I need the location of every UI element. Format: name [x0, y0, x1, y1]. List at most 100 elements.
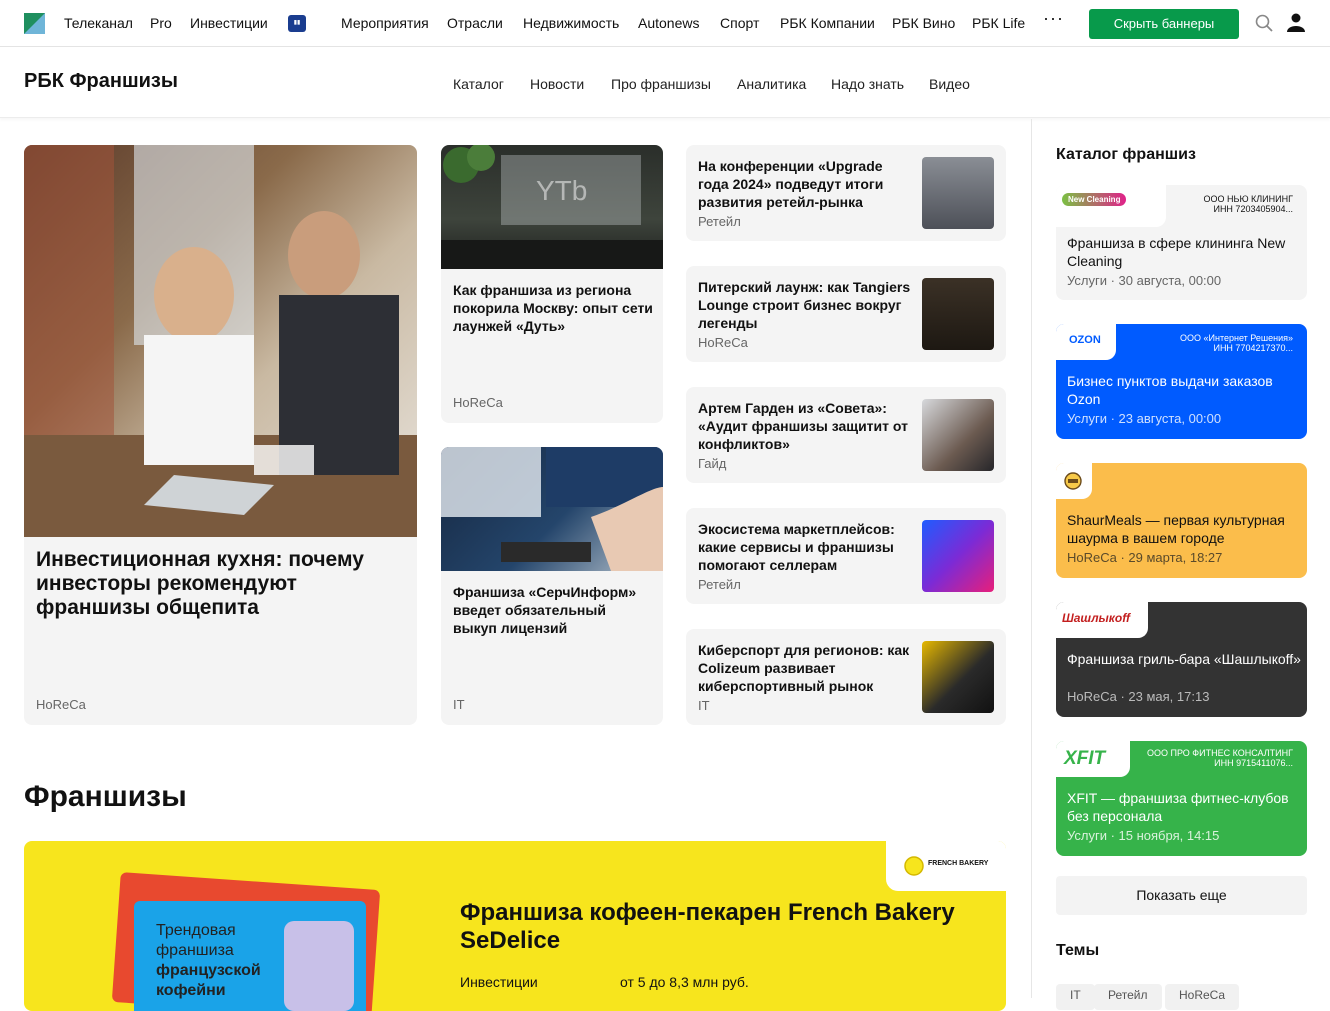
franchise-meta: Услуги · 23 августа, 00:00	[1067, 411, 1222, 426]
nav-otrasli[interactable]: Отрасли	[447, 15, 503, 31]
franchise-meta: Услуги · 30 августа, 00:00	[1067, 273, 1222, 288]
list-article-thumbnail	[922, 520, 994, 592]
lead-article-title[interactable]: Инвестиционная кухня: почему инвесторы р…	[36, 548, 406, 620]
more-menu-button[interactable]: ···	[1043, 8, 1064, 29]
list-article-category[interactable]: Ретейл	[698, 577, 741, 592]
subnav-news[interactable]: Новости	[530, 76, 584, 92]
article-category[interactable]: IT	[453, 697, 465, 712]
nav-nedvizhimost[interactable]: Недвижимость	[523, 15, 619, 31]
nav-telekanal[interactable]: Телеканал	[64, 15, 133, 31]
franchise-logo-tab: XFIT	[1056, 741, 1130, 777]
franchise-legal-info: ООО «Интернет Решения» ИНН 7704217370...	[1180, 333, 1293, 353]
banner-investment-label: Инвестиции	[460, 974, 538, 990]
franchises-heading: Франшизы	[24, 780, 187, 813]
subnav-about-franchises[interactable]: Про франшизы	[611, 76, 711, 92]
list-article-card[interactable]: Экосистема маркетплейсов: какие сервисы …	[686, 508, 1006, 604]
franchise-logo-tab: New Cleaning	[1056, 185, 1166, 227]
nav-pro[interactable]: Pro	[150, 15, 172, 31]
lead-article-image	[24, 145, 417, 537]
hide-banners-button[interactable]: Скрыть баннеры	[1089, 9, 1239, 39]
banner-investment-value: от 5 до 8,3 млн руб.	[620, 974, 749, 990]
franchise-logo: XFIT	[1064, 748, 1106, 769]
catalog-heading: Каталог франшиз	[1056, 146, 1196, 163]
list-article-category[interactable]: Ретейл	[698, 214, 741, 229]
nav-rbc-wine[interactable]: РБК Вино	[892, 15, 955, 31]
theme-tag[interactable]: IT	[1056, 984, 1095, 1010]
franchise-card-shaurmeals[interactable]: ShaurMeals — первая культурная шаурма в …	[1056, 463, 1307, 578]
franchise-card-new-cleaning[interactable]: New Cleaning ООО НЬЮ КЛИНИНГ ИНН 7203405…	[1056, 185, 1307, 300]
subnav-video[interactable]: Видео	[929, 76, 970, 92]
nav-investicii[interactable]: Инвестиции	[190, 15, 268, 31]
list-article-card[interactable]: Питерский лаунж: как Tangiers Lounge стр…	[686, 266, 1006, 362]
show-more-button[interactable]: Показать еще	[1056, 876, 1307, 915]
rbc-exchange-icon[interactable]: ▮▮	[288, 15, 306, 32]
list-article-title[interactable]: Экосистема маркетплейсов: какие сервисы …	[698, 520, 913, 574]
banner-promo-text: Трендовая франшиза французской кофейни	[156, 921, 261, 1001]
themes-heading: Темы	[1056, 942, 1100, 959]
list-article-title[interactable]: Артем Гарден из «Совета»: «Аудит франшиз…	[698, 399, 913, 453]
theme-tag[interactable]: Ретейл	[1094, 984, 1162, 1010]
article-title[interactable]: Как франшиза из региона покорила Москву:…	[453, 281, 653, 335]
subnav-catalog[interactable]: Каталог	[453, 76, 504, 92]
list-article-title[interactable]: Питерский лаунж: как Tangiers Lounge стр…	[698, 278, 913, 332]
franchise-title[interactable]: Франшиза в сфере клининга New Cleaning	[1067, 234, 1302, 270]
nav-rbc-life[interactable]: РБК Life	[972, 15, 1025, 31]
franchise-legal-info: ООО НЬЮ КЛИНИНГ ИНН 7203405904...	[1203, 194, 1293, 214]
franchise-card-xfit[interactable]: XFIT ООО ПРО ФИТНЕС КОНСАЛТИНГ ИНН 97154…	[1056, 741, 1307, 856]
subnav-need-to-know[interactable]: Надо знать	[831, 76, 904, 92]
banner-logo-tab: FRENCH BAKERY	[886, 841, 1006, 891]
franchise-meta: HoReCa · 29 марта, 18:27	[1067, 550, 1223, 565]
search-icon[interactable]	[1255, 14, 1273, 32]
lead-article-category[interactable]: HoReCa	[36, 697, 86, 712]
banner-promo-line: кофейни	[156, 982, 226, 999]
franchise-logo-tab: OZON	[1056, 324, 1116, 360]
franchise-title[interactable]: XFIT — франшиза фитнес-клубов без персон…	[1067, 789, 1302, 825]
franchise-logo-tab: Шашлыкoff	[1056, 602, 1148, 638]
subnav-analytics[interactable]: Аналитика	[737, 76, 806, 92]
list-article-title[interactable]: Киберспорт для регионов: как Colizeum ра…	[698, 641, 913, 695]
list-article-card[interactable]: Киберспорт для регионов: как Colizeum ра…	[686, 629, 1006, 725]
franchise-logo-tab	[1056, 463, 1092, 499]
list-article-category[interactable]: HoReCa	[698, 335, 748, 350]
franchise-title[interactable]: Бизнес пунктов выдачи заказов Ozon	[1067, 372, 1302, 408]
list-article-thumbnail	[922, 157, 994, 229]
banner-promo-line: Трендовая	[156, 922, 236, 939]
franchise-title[interactable]: Франшиза гриль-бара «Шашлыкoff»	[1067, 650, 1302, 668]
article-card[interactable]: Франшиза «СерчИнформ» введет обязательны…	[441, 447, 663, 725]
lead-article-card[interactable]: Инвестиционная кухня: почему инвесторы р…	[24, 145, 417, 725]
list-article-category[interactable]: Гайд	[698, 456, 726, 471]
franchise-logo: OZON	[1069, 334, 1101, 346]
user-icon[interactable]	[1287, 13, 1305, 32]
list-article-title[interactable]: На конференции «Upgrade года 2024» подве…	[698, 157, 913, 211]
franchise-legal-info: ООО ПРО ФИТНЕС КОНСАЛТИНГ ИНН 9715411076…	[1147, 748, 1293, 768]
banner-promo-line: франшиза	[156, 942, 234, 959]
franchise-card-shashlykoff[interactable]: Шашлыкoff Франшиза гриль-бара «Шашлыкoff…	[1056, 602, 1307, 717]
nav-sport[interactable]: Спорт	[720, 15, 759, 31]
list-article-card[interactable]: На конференции «Upgrade года 2024» подве…	[686, 145, 1006, 241]
rbc-logo-icon[interactable]	[24, 13, 45, 34]
top-navigation-bar: Телеканал Pro Инвестиции ▮▮ Мероприятия …	[0, 0, 1330, 47]
franchise-logo: Шашлыкoff	[1062, 611, 1130, 625]
list-article-thumbnail	[922, 399, 994, 471]
article-card[interactable]: YTb Как франшиза из региона покорила Мос…	[441, 145, 663, 423]
banner-promo-line: французской	[156, 962, 261, 979]
article-title[interactable]: Франшиза «СерчИнформ» введет обязательны…	[453, 583, 653, 637]
franchise-title[interactable]: ShaurMeals — первая культурная шаурма в …	[1067, 511, 1307, 547]
article-category[interactable]: HoReCa	[453, 395, 503, 410]
list-article-thumbnail	[922, 278, 994, 350]
list-article-category[interactable]: IT	[698, 698, 710, 713]
franchise-card-ozon[interactable]: OZON ООО «Интернет Решения» ИНН 77042173…	[1056, 324, 1307, 439]
nav-autonews[interactable]: Autonews	[638, 15, 699, 31]
nav-meropriyatiya[interactable]: Мероприятия	[341, 15, 429, 31]
french-bakery-banner[interactable]: FRENCH BAKERY Трендовая франшиза француз…	[24, 841, 1006, 1011]
banner-logo-text: FRENCH BAKERY	[928, 860, 989, 867]
list-article-thumbnail	[922, 641, 994, 713]
site-title[interactable]: РБК Франшизы	[24, 70, 178, 93]
franchise-meta: HoReCa · 23 мая, 17:13	[1067, 689, 1210, 704]
article-image: YTb	[441, 145, 663, 269]
nav-rbc-companies[interactable]: РБК Компании	[780, 15, 875, 31]
list-article-card[interactable]: Артем Гарден из «Совета»: «Аудит франшиз…	[686, 387, 1006, 483]
column-divider	[1031, 119, 1032, 998]
theme-tag[interactable]: HoReCa	[1165, 984, 1240, 1010]
banner-title[interactable]: Франшиза кофеен-пекарен French Bakery Se…	[460, 899, 980, 955]
